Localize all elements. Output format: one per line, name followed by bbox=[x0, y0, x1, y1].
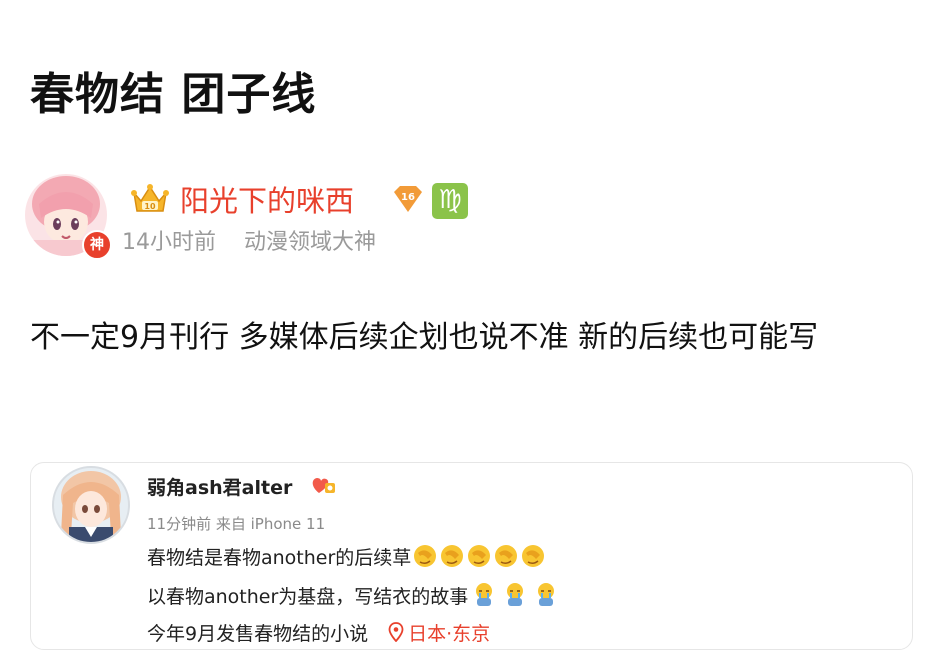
quoted-time: 11分钟前 bbox=[147, 515, 212, 533]
crown-icon: 10 bbox=[130, 183, 170, 219]
location-link[interactable]: 日本·东京 bbox=[388, 622, 491, 647]
post-meta: 14小时前 动漫领域大神 bbox=[122, 224, 376, 256]
facepalm-emoji-group bbox=[411, 545, 546, 569]
level-number: 16 bbox=[401, 192, 415, 203]
facepalm-emoji-icon bbox=[412, 543, 438, 574]
author-name[interactable]: 阳光下的咪西 bbox=[180, 178, 354, 220]
page-title: 春物结 团子线 bbox=[30, 69, 317, 120]
god-badge: 神 bbox=[82, 230, 112, 260]
quoted-line-2-text: 以春物another为基盘，写结衣的故事 bbox=[147, 586, 469, 608]
facepalm-emoji-icon bbox=[439, 543, 465, 574]
facepalm-emoji-icon bbox=[520, 543, 546, 574]
quoted-line-1: 春物结是春物another的后续草 bbox=[147, 543, 546, 574]
location-text: 日本·东京 bbox=[408, 623, 491, 645]
post-content: 不一定9月刊行 多媒体后续企划也说不准 新的后续也可能写 bbox=[30, 320, 819, 355]
quoted-line-1-text: 春物结是春物another的后续草 bbox=[147, 547, 412, 569]
quoted-author-name[interactable]: 弱角ash君alter bbox=[147, 473, 292, 500]
zodiac-virgo-icon: ♍ bbox=[432, 183, 468, 219]
heart-badge-icon bbox=[309, 473, 337, 501]
post-time: 14小时前 bbox=[122, 230, 216, 255]
quoted-line-2: 以春物another为基盘，写结衣的故事 bbox=[147, 582, 557, 613]
quoted-meta: 11分钟前 来自 iPhone 11 bbox=[147, 513, 325, 534]
crying-emoji-icon bbox=[473, 582, 495, 613]
quoted-line-3-text: 今年9月发售春物结的小说 bbox=[147, 623, 369, 645]
crying-emoji-group bbox=[472, 583, 557, 608]
quoted-post[interactable]: 弱角ash君alter 11分钟前 来自 iPhone 11 春物结是春物ano… bbox=[30, 462, 913, 650]
quoted-line-3: 今年9月发售春物结的小说 日本·东京 bbox=[147, 619, 490, 647]
location-pin-icon bbox=[388, 622, 404, 647]
author-title: 动漫领域大神 bbox=[244, 230, 377, 255]
quoted-author-avatar[interactable] bbox=[51, 465, 131, 545]
facepalm-emoji-icon bbox=[466, 543, 492, 574]
level-badge: 16 bbox=[390, 184, 426, 214]
quoted-source: 来自 iPhone 11 bbox=[215, 515, 326, 533]
crying-emoji-icon bbox=[535, 582, 557, 613]
facepalm-emoji-icon bbox=[493, 543, 519, 574]
crying-emoji-icon bbox=[504, 582, 526, 613]
svg-text:10: 10 bbox=[144, 202, 156, 211]
